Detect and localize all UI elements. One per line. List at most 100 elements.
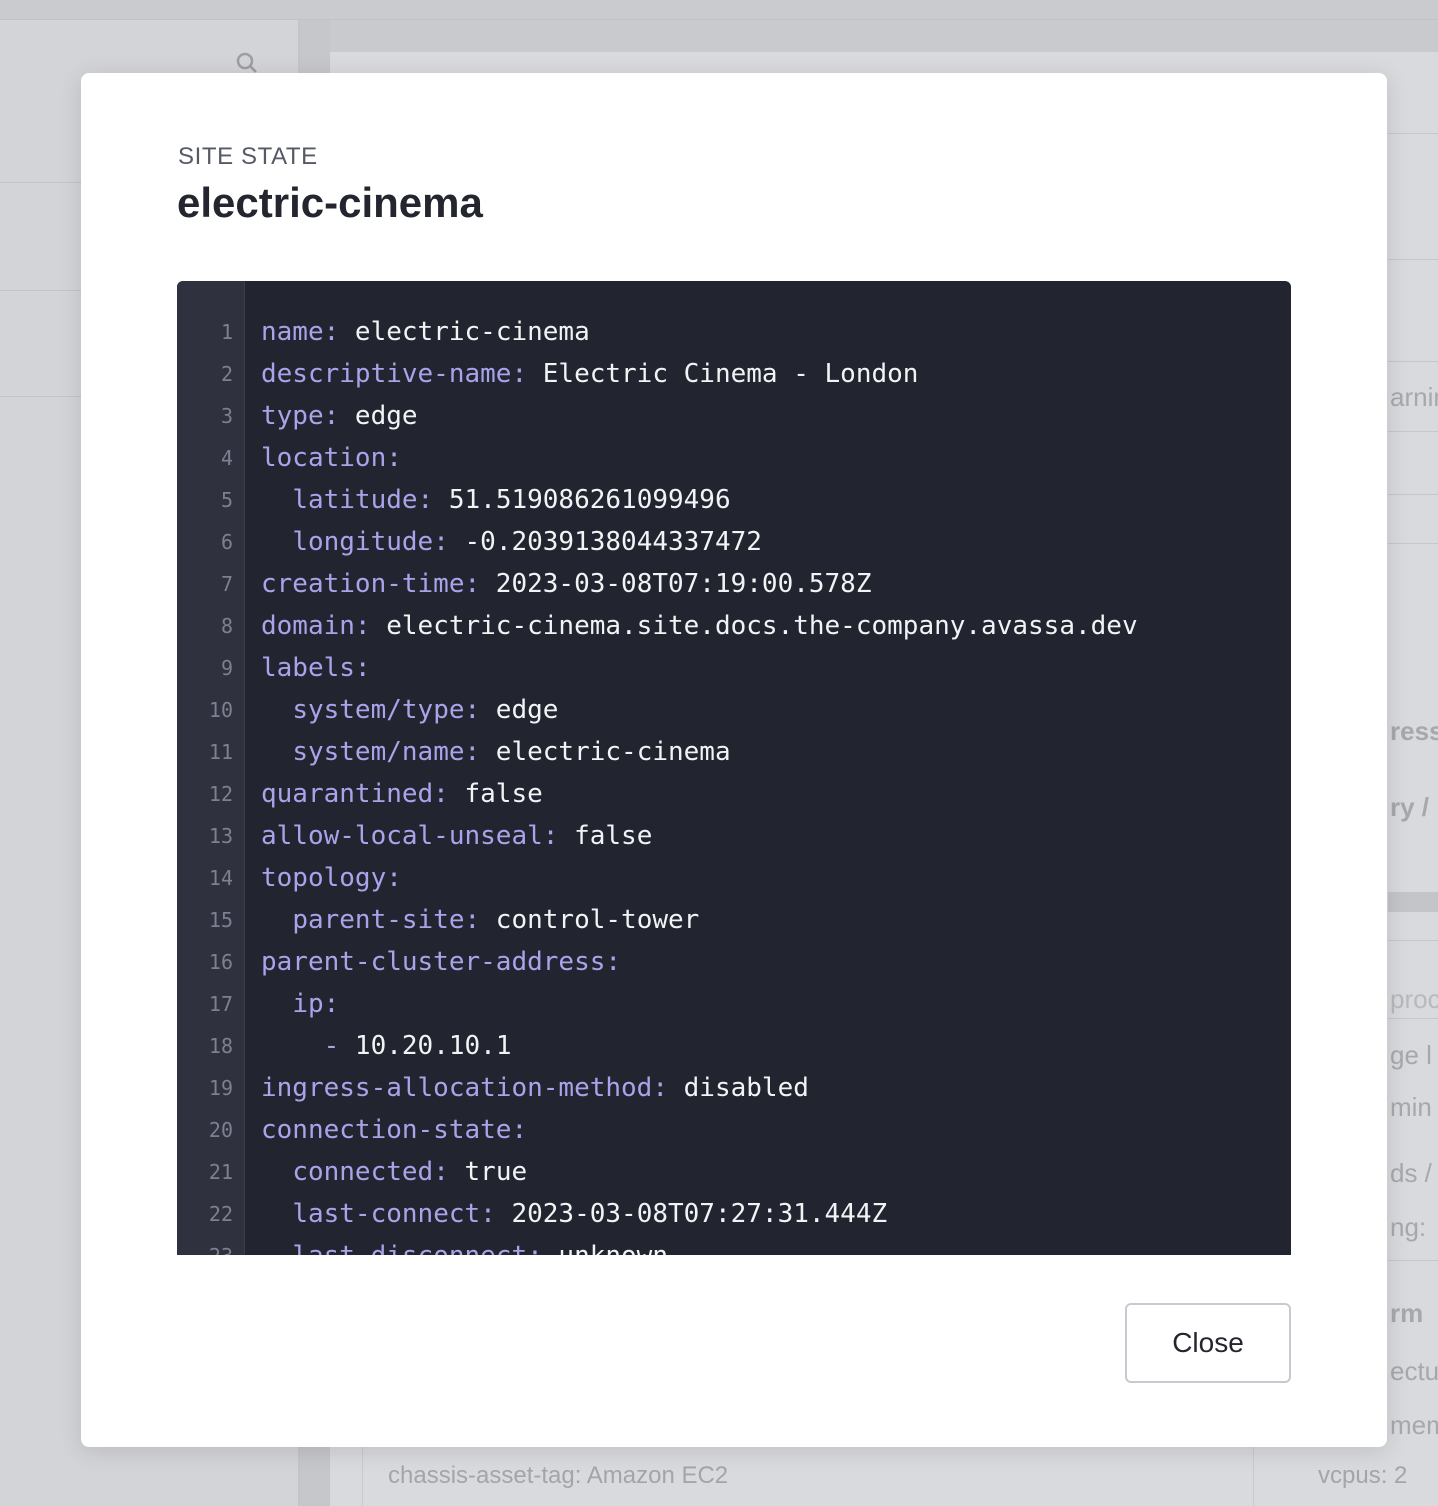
yaml-value: 51.519086261099496 [433, 485, 731, 515]
code-line: 4 location: [177, 437, 1291, 479]
code-text: longitude: -0.2039138044337472 [261, 521, 762, 563]
code-line: 5 latitude: 51.519086261099496 [177, 479, 1291, 521]
code-line: 22 last-connect: 2023-03-08T07:27:31.444… [177, 1193, 1291, 1235]
code-line: 8 domain: electric-cinema.site.docs.the-c… [177, 605, 1291, 647]
code-text: creation-time: 2023-03-08T07:19:00.578Z [261, 563, 872, 605]
code-text: last-connect: 2023-03-08T07:27:31.444Z [261, 1193, 887, 1235]
yaml-key: last-connect: [292, 1199, 496, 1229]
background-row-divider [1388, 543, 1438, 544]
code-lines: 1 name: electric-cinema 2 descriptive-name:… [177, 311, 1291, 1255]
line-number: 15 [208, 908, 233, 932]
code-line: 17 ip: [177, 983, 1291, 1025]
code-line: 15 parent-site: control-tower [177, 899, 1291, 941]
code-line: 18 - 10.20.10.1 [177, 1025, 1291, 1067]
yaml-value: 10.20.10.1 [339, 1031, 512, 1061]
code-text: - 10.20.10.1 [261, 1025, 512, 1067]
background-vcpus-text: vcpus: 2 [1318, 1462, 1408, 1489]
yaml-value: true [448, 1157, 528, 1187]
line-number: 16 [208, 950, 233, 974]
line-number: 20 [208, 1118, 233, 1142]
code-line: 9 labels: [177, 647, 1291, 689]
code-line: 6 longitude: -0.2039138044337472 [177, 521, 1291, 563]
code-text: ip: [261, 983, 339, 1025]
background-peek-text: ectu [1390, 1356, 1438, 1386]
code-line: 23 last-disconnect: unknown [177, 1235, 1291, 1255]
background-chassis-text: chassis-asset-tag: Amazon EC2 [388, 1462, 729, 1489]
code-text: system/type: edge [261, 689, 558, 731]
background-row-divider [1388, 940, 1438, 941]
code-line: 14 topology: [177, 857, 1291, 899]
background-row-divider [1388, 494, 1438, 495]
background-peek-text: arnin [1390, 382, 1438, 412]
code-line: 16 parent-cluster-address: [177, 941, 1291, 983]
line-number: 9 [220, 656, 233, 680]
code-text: latitude: 51.519086261099496 [261, 479, 731, 521]
yaml-value: edge [480, 695, 559, 725]
yaml-value: electric-cinema [480, 737, 731, 767]
yaml-key: ip: [292, 989, 340, 1019]
yaml-key: allow-local-unseal: [261, 821, 559, 851]
yaml-key: descriptive-name: [261, 359, 528, 389]
code-text: parent-cluster-address: [261, 941, 621, 983]
code-text: descriptive-name: Electric Cinema - Lond… [261, 353, 918, 395]
background-row-divider [1388, 1018, 1438, 1019]
code-text: domain: electric-cinema.site.docs.the-co… [261, 605, 1138, 647]
yaml-key: longitude: [292, 527, 449, 557]
line-number: 19 [208, 1076, 233, 1100]
background-row-divider [1388, 431, 1438, 432]
code-text: labels: [261, 647, 371, 689]
yaml-key: system/type: [292, 695, 481, 725]
code-line: 7 creation-time: 2023-03-08T07:19:00.578Z [177, 563, 1291, 605]
yaml-key: location: [261, 443, 402, 473]
yaml-key: domain: [261, 611, 371, 641]
code-line: 3 type: edge [177, 395, 1291, 437]
yaml-key: parent-site: [292, 905, 481, 935]
line-number: 18 [208, 1034, 233, 1058]
background-row-divider [1388, 361, 1438, 362]
background-bar [1388, 892, 1438, 912]
code-text: allow-local-unseal: false [261, 815, 652, 857]
yaml-value: -0.2039138044337472 [448, 527, 762, 557]
yaml-key: latitude: [292, 485, 434, 515]
line-number: 5 [220, 488, 233, 512]
yaml-value: control-tower [480, 905, 700, 935]
yaml-key: ingress-allocation-method: [261, 1073, 668, 1103]
line-number: 13 [208, 824, 233, 848]
code-text: quarantined: false [261, 773, 543, 815]
yaml-value: 2023-03-08T07:19:00.578Z [480, 569, 872, 599]
line-number: 8 [220, 614, 233, 638]
yaml-value: disabled [668, 1073, 809, 1103]
close-button[interactable]: Close [1125, 1303, 1291, 1383]
background-banner [330, 20, 1438, 52]
code-line: 13 allow-local-unseal: false [177, 815, 1291, 857]
line-number: 21 [208, 1160, 233, 1184]
background-peek-text: proc [1390, 984, 1438, 1014]
code-line: 10 system/type: edge [177, 689, 1291, 731]
background-peek-text: rm [1390, 1298, 1424, 1328]
yaml-key: system/name: [292, 737, 481, 767]
code-viewer[interactable]: 1 name: electric-cinema 2 descriptive-name:… [177, 281, 1291, 1255]
code-line: 12 quarantined: false [177, 773, 1291, 815]
code-text: type: edge [261, 395, 418, 437]
line-number: 23 [177, 1235, 233, 1255]
code-text: system/name: electric-cinema [261, 731, 731, 773]
code-line: 11 system/name: electric-cinema [177, 731, 1291, 773]
yaml-value: false [448, 779, 543, 809]
background-row-divider [1388, 259, 1438, 260]
site-state-modal: SITE STATE electric-cinema 1 name: electr… [81, 73, 1387, 1447]
modal-kicker: SITE STATE [178, 143, 318, 170]
modal-title: electric-cinema [177, 179, 483, 226]
yaml-key: name: [261, 317, 340, 347]
yaml-value: 2023-03-08T07:27:31.444Z [495, 1199, 888, 1229]
code-text: connection-state: [261, 1109, 527, 1151]
line-number: 6 [220, 530, 233, 554]
yaml-key: labels: [261, 653, 371, 683]
code-text: location: [261, 437, 402, 479]
